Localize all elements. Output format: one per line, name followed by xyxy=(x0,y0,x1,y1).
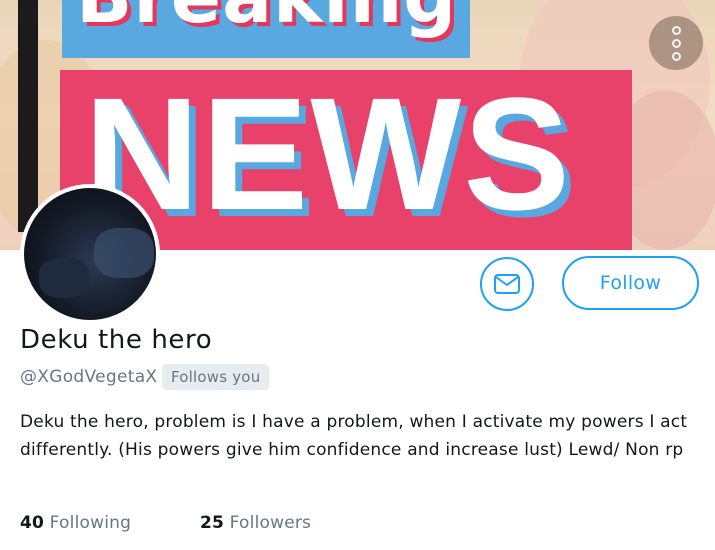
profile-bio: Deku the hero, problem is I have a probl… xyxy=(20,412,688,460)
user-handle[interactable]: @XGodVegetaX xyxy=(20,367,157,387)
envelope-icon xyxy=(494,274,520,294)
more-vertical-icon xyxy=(671,51,681,61)
display-name: Deku the hero xyxy=(20,325,213,355)
followers-label: Followers xyxy=(229,513,312,533)
followers-stat[interactable]: 25 Followers xyxy=(200,513,311,533)
banner-dark-bar xyxy=(18,0,38,232)
more-vertical-icon xyxy=(671,25,681,35)
avatar[interactable] xyxy=(20,184,160,324)
following-stat[interactable]: 40 Following xyxy=(20,513,131,533)
message-button[interactable] xyxy=(480,257,534,311)
follows-you-badge: Follows you xyxy=(162,364,270,390)
avatar-image-shape xyxy=(94,228,154,278)
more-options-button[interactable] xyxy=(649,16,703,70)
more-vertical-icon xyxy=(671,38,681,48)
followers-count: 25 xyxy=(200,513,225,533)
avatar-image-shape xyxy=(39,258,89,298)
news-text: NEWS xyxy=(84,64,572,243)
following-label: Following xyxy=(49,513,132,533)
breaking-text: Breaking xyxy=(76,0,457,34)
breaking-label-box: Breaking xyxy=(62,0,470,58)
follow-button[interactable]: Follow xyxy=(562,256,699,310)
following-count: 40 xyxy=(20,513,45,533)
